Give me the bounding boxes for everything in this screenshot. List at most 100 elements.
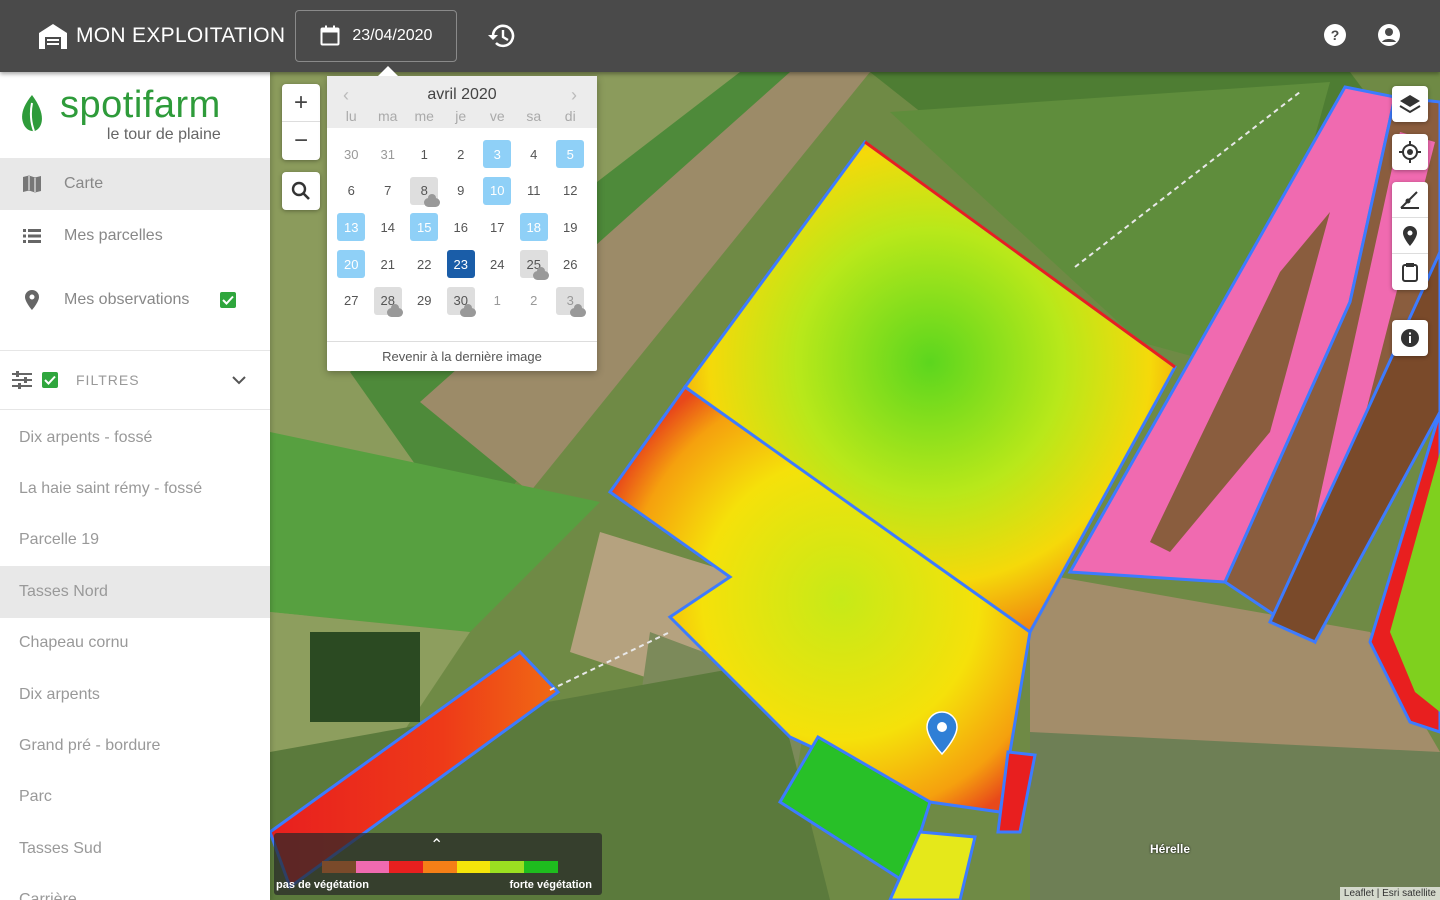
calendar-pointer	[378, 66, 398, 76]
calendar-day[interactable]: 11	[516, 173, 553, 210]
check-icon	[44, 375, 56, 385]
nav-item-mes-observations[interactable]: Mes observations	[0, 262, 270, 338]
day-number: 20	[337, 250, 366, 279]
observations-checkbox[interactable]	[220, 292, 236, 308]
calendar-day[interactable]: 16	[443, 209, 480, 246]
cloud-icon	[533, 267, 549, 281]
cloud-icon	[423, 194, 440, 208]
calendar-day[interactable]: 6	[333, 173, 370, 210]
info-button[interactable]	[1392, 320, 1428, 356]
next-month-button[interactable]: ›	[571, 85, 577, 106]
calendar-day[interactable]: 7	[370, 173, 407, 210]
day-number: 14	[380, 219, 395, 235]
calendar-month-label: avril 2020	[427, 86, 497, 103]
day-number: 15	[410, 213, 439, 242]
help-button[interactable]: ?	[1322, 22, 1348, 48]
history-icon	[488, 24, 515, 48]
farm-selector[interactable]: MON EXPLOITATION	[36, 21, 285, 51]
back-to-latest-image-button[interactable]: Revenir à la dernière image	[327, 341, 597, 371]
search-button[interactable]	[282, 172, 320, 210]
parcel-list-item[interactable]: Parcelle 19	[0, 515, 270, 566]
day-number: 3	[483, 140, 512, 169]
parcel-list-item[interactable]: Tasses Nord	[0, 566, 270, 618]
calendar-day[interactable]: 9	[443, 173, 480, 210]
calendar-day[interactable]: 2	[443, 136, 480, 173]
app-logo[interactable]: spotifarm le tour de plaine	[0, 72, 270, 158]
calendar-day[interactable]: 26	[552, 246, 589, 283]
day-number: 12	[563, 183, 578, 199]
map-attribution[interactable]: Leaflet | Esri satellite	[1339, 887, 1440, 900]
measure-button[interactable]	[1392, 182, 1428, 218]
calendar-day[interactable]: 30	[443, 282, 480, 319]
calendar-day[interactable]: 27	[333, 282, 370, 319]
parcel-list-item[interactable]: Dix arpents	[0, 669, 270, 720]
clipboard-button[interactable]	[1392, 254, 1428, 290]
geolocate-button[interactable]	[1392, 134, 1428, 170]
calendar-day[interactable]: 30	[333, 136, 370, 173]
account-button[interactable]	[1376, 22, 1402, 48]
add-observation-button[interactable]	[1392, 218, 1428, 254]
filters-checkbox[interactable]	[42, 372, 58, 388]
calendar-day[interactable]: 12	[552, 173, 589, 210]
day-number: 2	[457, 146, 465, 162]
calendar-day[interactable]: 29	[406, 282, 443, 319]
draw-tools	[1392, 182, 1428, 290]
calendar-day-selected[interactable]: 23	[443, 246, 480, 283]
parcel-list-item[interactable]: Dix arpents - fossé	[0, 412, 270, 463]
parcel-list-item[interactable]: Carrière	[0, 875, 270, 900]
calendar-day[interactable]: 8	[406, 173, 443, 210]
calendar-icon	[320, 25, 340, 46]
calendar-day[interactable]: 25	[516, 246, 553, 283]
calendar-day[interactable]: 3	[479, 136, 516, 173]
calendar-day[interactable]: 10	[479, 173, 516, 210]
calendar-day[interactable]: 24	[479, 246, 516, 283]
day-number: 19	[563, 219, 578, 235]
map-icon	[23, 175, 41, 193]
leaf-logo-icon	[22, 95, 42, 132]
calendar-day[interactable]: 17	[479, 209, 516, 246]
parcel-list-item[interactable]: Tasses Sud	[0, 823, 270, 874]
history-button[interactable]	[487, 21, 517, 51]
zoom-in-button[interactable]: +	[282, 84, 320, 122]
day-number: 6	[347, 183, 355, 199]
calendar-day[interactable]: 18	[516, 209, 553, 246]
legend-toggle-button[interactable]: ⌃	[430, 835, 443, 855]
location-pin-icon	[25, 290, 39, 310]
calendar-day[interactable]: 2	[516, 282, 553, 319]
zoom-out-button[interactable]: −	[282, 122, 320, 160]
parcel-list-item[interactable]: Grand pré - bordure	[0, 720, 270, 771]
calendar-day[interactable]: 21	[370, 246, 407, 283]
day-number: 27	[344, 293, 359, 309]
weekday-label: je	[455, 108, 467, 124]
parcel-list-item[interactable]: Chapeau cornu	[0, 618, 270, 669]
calendar-day[interactable]: 15	[406, 209, 443, 246]
calendar-day[interactable]: 22	[406, 246, 443, 283]
parcel-list-item[interactable]: Parc	[0, 772, 270, 823]
calendar-day[interactable]: 4	[516, 136, 553, 173]
parcel-list-item[interactable]: La haie saint rémy - fossé	[0, 463, 270, 514]
calendar-day[interactable]: 20	[333, 246, 370, 283]
filters-toggle[interactable]: FILTRES	[0, 350, 270, 410]
day-number: 26	[563, 256, 578, 272]
nav-item-carte[interactable]: Carte	[0, 158, 270, 210]
legend-swatch	[490, 861, 525, 873]
calendar-day[interactable]: 13	[333, 209, 370, 246]
zoom-control: + −	[282, 84, 320, 160]
calendar-day[interactable]: 1	[479, 282, 516, 319]
calendar-day[interactable]: 1	[406, 136, 443, 173]
date-picker-button[interactable]: 23/04/2020	[295, 10, 458, 62]
nav-label: Mes observations	[64, 291, 190, 308]
cloud-icon	[460, 303, 476, 317]
prev-month-button[interactable]: ‹	[343, 85, 349, 106]
calendar-day[interactable]: 3	[552, 282, 589, 319]
calendar-day[interactable]: 5	[552, 136, 589, 173]
day-number: 4	[530, 146, 538, 162]
calendar-day[interactable]: 14	[370, 209, 407, 246]
calendar-day[interactable]: 31	[370, 136, 407, 173]
legend-color-scale	[322, 861, 558, 873]
nav-item-mes-parcelles[interactable]: Mes parcelles	[0, 210, 270, 262]
cloud-icon	[569, 303, 586, 317]
layers-button[interactable]	[1392, 86, 1428, 122]
calendar-day[interactable]: 19	[552, 209, 589, 246]
calendar-day[interactable]: 28	[370, 282, 407, 319]
